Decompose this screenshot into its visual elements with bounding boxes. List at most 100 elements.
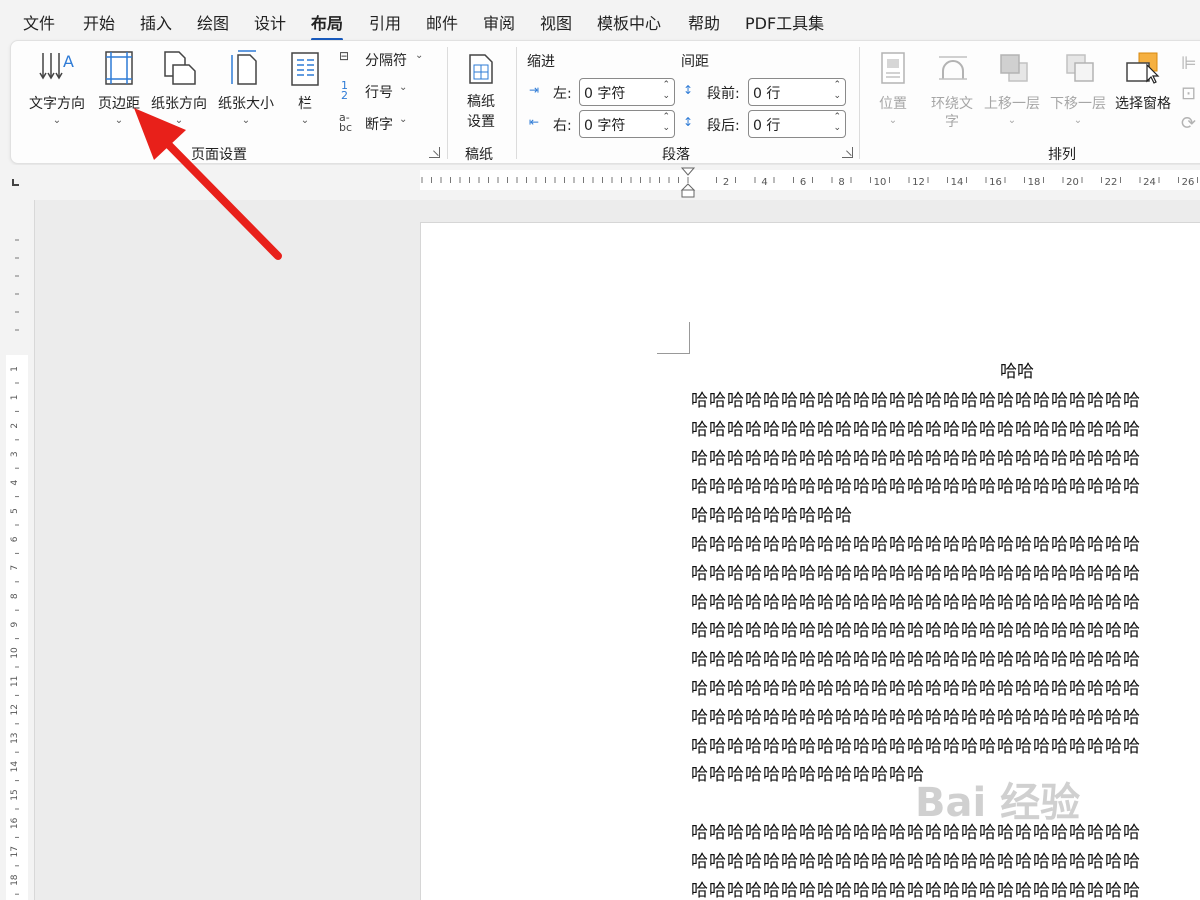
ruler-number: 6 [800, 177, 806, 188]
ruler-number: 8 [838, 177, 844, 188]
hyphenation-button[interactable]: a-bc 断字 ⌄ [339, 111, 419, 135]
orientation-button[interactable]: 纸张方向 ⌄ [147, 49, 211, 129]
document-line[interactable]: 哈哈哈哈哈哈哈哈哈哈哈哈哈哈哈哈哈哈哈哈哈哈哈哈哈 [691, 876, 1141, 900]
ruler-number: 14 [10, 761, 20, 773]
page-setup-group-label: 页面设置 [191, 147, 247, 163]
document-line[interactable]: 哈哈哈哈哈哈哈哈哈哈哈哈哈哈哈哈哈哈哈哈哈哈哈哈哈 [691, 588, 1141, 613]
manuscript-settings-label-2: 设置 [467, 114, 495, 130]
group-divider [859, 47, 860, 159]
tab-pdf-tools[interactable]: PDF工具集 [745, 10, 824, 34]
ruler-number: 10 [874, 177, 887, 188]
document-title[interactable]: 哈哈 [1000, 357, 1034, 382]
document-line[interactable]: 哈哈哈哈哈哈哈哈哈哈哈哈哈哈哈哈哈哈哈哈哈哈哈哈哈 [691, 847, 1141, 872]
bring-forward-button[interactable]: 上移一层 ⌄ [979, 49, 1045, 133]
document-line[interactable]: 哈哈哈哈哈哈哈哈哈哈哈哈哈哈哈哈哈哈哈哈哈哈哈哈哈 [691, 674, 1141, 699]
vertical-ruler[interactable]: 112345678910111213141516171819 [6, 355, 28, 900]
align-icon[interactable]: ⊫ ⊡ ⟳ [1181, 49, 1200, 134]
page-setup-dialog-launcher-icon[interactable] [429, 147, 440, 158]
tab-selector-icon[interactable] [12, 179, 19, 186]
spacing-after-input[interactable]: 0 行 ⌃ ⌄ [748, 110, 846, 138]
manuscript-paper-icon [469, 54, 493, 84]
ribbon: A 文字方向 ⌄ 页边距 ⌄ 纸张方向 ⌄ 纸张大小 ⌄ 栏 ⌄ ⊟ 分隔符 ⌄… [10, 40, 1200, 164]
tab-help[interactable]: 帮助 [688, 10, 720, 34]
margins-button[interactable]: 页边距 ⌄ [93, 49, 145, 129]
send-backward-button[interactable]: 下移一层 ⌄ [1045, 49, 1111, 133]
ruler-number: 10 [10, 647, 20, 659]
document-line[interactable]: 哈哈哈哈哈哈哈哈哈哈哈哈哈哈哈哈哈哈哈哈哈哈哈哈哈 [691, 559, 1141, 584]
tab-references[interactable]: 引用 [369, 10, 401, 34]
document-line[interactable]: 哈哈哈哈哈哈哈哈哈哈哈哈哈哈哈哈哈哈哈哈哈哈哈哈哈 [691, 732, 1141, 757]
text-direction-button[interactable]: A 文字方向 ⌄ [25, 49, 89, 129]
document-line[interactable]: 哈哈哈哈哈哈哈哈哈哈哈哈哈哈哈哈哈哈哈哈哈哈哈哈哈 [691, 444, 1141, 469]
horizontal-ruler[interactable]: 2 4 6 8 10 12 14 16 18 20 22 24 26 [420, 170, 1200, 190]
paragraph-dialog-launcher-icon[interactable] [842, 147, 853, 158]
ruler-number: 26 [1182, 177, 1195, 188]
bring-forward-icon [1000, 54, 1028, 82]
tab-file[interactable]: 文件 [23, 10, 55, 34]
ruler-number: 18 [1028, 177, 1041, 188]
indent-right-input[interactable]: 0 字符 ⌃ ⌄ [579, 110, 675, 138]
spinner-arrows-icon[interactable]: ⌃ ⌄ [833, 80, 841, 102]
selection-pane-button[interactable]: 选择窗格 [1111, 49, 1175, 133]
spinner-arrows-icon[interactable]: ⌃ ⌄ [833, 112, 841, 134]
breaks-label: 分隔符 [365, 53, 407, 69]
bring-forward-label: 上移一层 [984, 96, 1040, 112]
ruler-number: 15 [10, 789, 20, 800]
tab-design[interactable]: 设计 [254, 10, 286, 34]
wrap-text-button[interactable]: 环绕文 字 [919, 49, 985, 133]
line-numbers-button[interactable]: 12 行号 ⌄ [339, 80, 419, 103]
indent-right-value: 0 字符 [584, 118, 626, 134]
manuscript-settings-button[interactable]: 稿纸 设置 [457, 53, 505, 133]
document-line[interactable]: 哈哈哈哈哈哈哈哈哈哈哈哈哈哈哈哈哈哈哈哈哈哈哈哈哈 [691, 472, 1141, 497]
chevron-down-icon: ⌄ [1007, 115, 1017, 126]
ruler-number: 20 [1066, 177, 1079, 188]
arrange-group-label: 排列 [1048, 147, 1076, 163]
document-line[interactable]: 哈哈哈哈哈哈哈哈哈哈哈哈哈哈哈哈哈哈哈哈哈哈哈哈哈 [691, 645, 1141, 670]
chevron-down-icon: ⌄ [399, 114, 408, 125]
spacing-before-input[interactable]: 0 行 ⌃ ⌄ [748, 78, 846, 106]
tab-template-center[interactable]: 模板中心 [597, 10, 661, 34]
size-button[interactable]: 纸张大小 ⌄ [213, 49, 279, 129]
orientation-label: 纸张方向 [151, 96, 207, 112]
position-button[interactable]: 位置 ⌄ [871, 49, 915, 133]
chevron-down-icon: ⌄ [52, 115, 62, 126]
chevron-down-icon: ⌄ [174, 115, 184, 126]
ruler-number: 1 [10, 395, 20, 401]
ruler-number: 12 [912, 177, 925, 188]
indent-right-label: 右: [553, 118, 572, 134]
document-line[interactable]: 哈哈哈哈哈哈哈哈哈哈哈哈哈 [691, 760, 925, 785]
ruler-number: 1 [10, 366, 20, 372]
spinner-arrows-icon[interactable]: ⌃ ⌄ [662, 112, 670, 134]
document-line[interactable]: 哈哈哈哈哈哈哈哈哈哈哈哈哈哈哈哈哈哈哈哈哈哈哈哈哈 [691, 530, 1141, 555]
document-line[interactable]: 哈哈哈哈哈哈哈哈哈哈哈哈哈哈哈哈哈哈哈哈哈哈哈哈哈 [691, 616, 1141, 641]
tab-layout[interactable]: 布局 [311, 10, 344, 41]
margins-label: 页边距 [98, 96, 140, 112]
ruler-margin-ticks [15, 239, 19, 331]
ruler-number: 6 [10, 536, 20, 542]
hyphenation-label: 断字 [365, 117, 393, 133]
ruler-number: 17 [10, 846, 20, 857]
spinner-arrows-icon[interactable]: ⌃ ⌄ [662, 80, 670, 102]
document-line[interactable]: 哈哈哈哈哈哈哈哈哈哈哈哈哈哈哈哈哈哈哈哈哈哈哈哈哈 [691, 386, 1141, 411]
tab-home[interactable]: 开始 [83, 10, 115, 34]
tab-draw[interactable]: 绘图 [197, 10, 229, 34]
ruler-number: 16 [10, 817, 20, 829]
breaks-button[interactable]: ⊟ 分隔符 ⌄ [339, 49, 429, 71]
tab-insert[interactable]: 插入 [140, 10, 172, 34]
chevron-down-icon: ⌄ [415, 50, 424, 61]
document-line[interactable]: 哈哈哈哈哈哈哈哈哈 [691, 501, 853, 526]
indent-left-input[interactable]: 0 字符 ⌃ ⌄ [579, 78, 675, 106]
tab-mailings[interactable]: 邮件 [426, 10, 458, 34]
spacing-before-label: 段前: [707, 86, 740, 102]
manuscript-settings-label-1: 稿纸 [467, 94, 495, 110]
hyphenation-icon: a-bc [339, 111, 353, 134]
indent-markers-icon[interactable] [680, 166, 696, 200]
document-line[interactable]: 哈哈哈哈哈哈哈哈哈哈哈哈哈哈哈哈哈哈哈哈哈哈哈哈哈 [691, 703, 1141, 728]
menu-bar: 文件 开始 插入 绘图 设计 布局 引用 邮件 审阅 视图 模板中心 帮助 PD… [0, 0, 1200, 41]
ruler-number: 16 [989, 177, 1002, 188]
tab-view[interactable]: 视图 [540, 10, 572, 34]
chevron-down-icon: ⌄ [114, 115, 124, 126]
columns-button[interactable]: 栏 ⌄ [285, 49, 325, 129]
tab-review[interactable]: 审阅 [483, 10, 515, 34]
document-line[interactable]: 哈哈哈哈哈哈哈哈哈哈哈哈哈哈哈哈哈哈哈哈哈哈哈哈哈 [691, 415, 1141, 440]
